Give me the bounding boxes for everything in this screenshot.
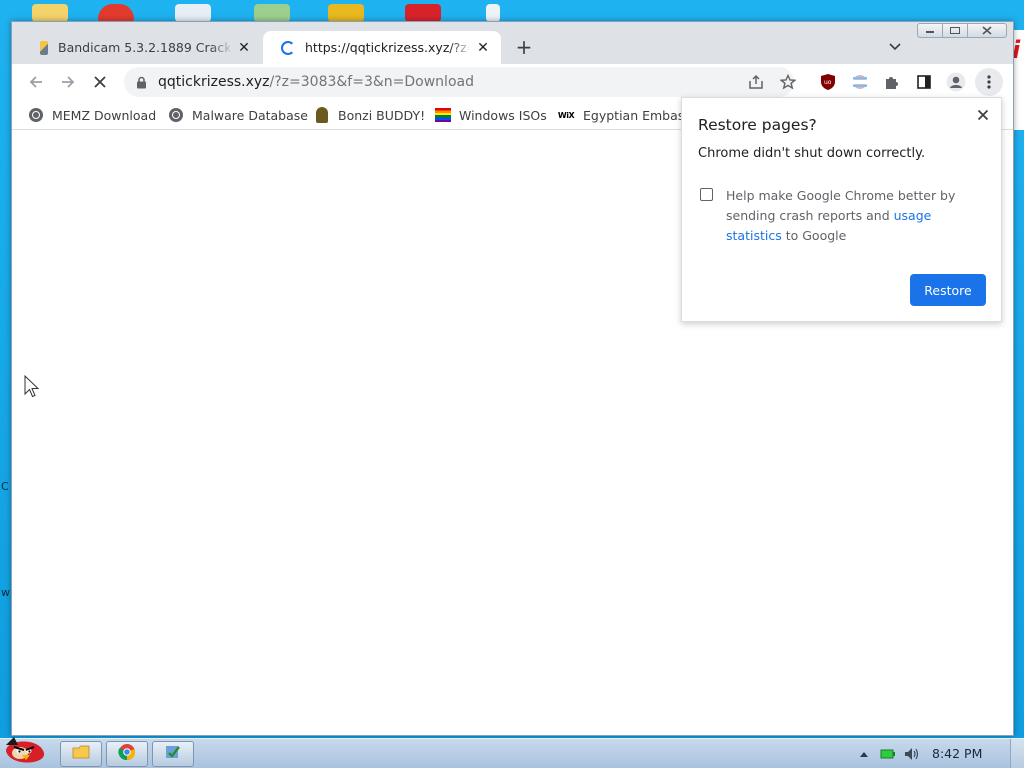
bookmark-label: Egyptian Embassy [583, 107, 685, 123]
app-icon [164, 743, 182, 765]
taskbar-chrome-button[interactable] [106, 741, 148, 767]
show-hidden-icons-icon[interactable] [855, 745, 873, 763]
crash-reports-label: Help make Google Chrome better by sendin… [726, 186, 988, 246]
bonzi-icon [314, 107, 330, 123]
volume-icon[interactable] [903, 745, 921, 763]
tab-title: https://qqtickrizess.xyz/?z=308 [305, 40, 469, 55]
tab-qqtickrizess[interactable]: https://qqtickrizess.xyz/?z=308 ✕ [263, 31, 501, 64]
crash-reports-text-end: to Google [781, 228, 847, 243]
desktop-icon-3[interactable] [175, 4, 211, 22]
forward-button[interactable] [54, 68, 82, 96]
chevron-down-icon[interactable] [884, 36, 906, 58]
bookmark-label: Windows ISOs [459, 107, 547, 123]
desktop-icon-1[interactable] [32, 4, 68, 22]
kebab-menu-icon[interactable] [975, 68, 1003, 96]
profile-avatar-icon[interactable] [945, 71, 967, 93]
bandicam-icon [40, 40, 48, 55]
new-tab-button[interactable]: + [512, 35, 536, 59]
bookmark-label: Malware Database [192, 107, 308, 123]
close-icon[interactable] [973, 105, 993, 125]
taskbar: 8:42 PM [0, 737, 1024, 768]
wix-icon: WiX [557, 110, 575, 120]
battery-icon[interactable] [879, 745, 897, 763]
url-text[interactable]: qqtickrizess.xyz/?z=3083&f=3&n=Download [158, 74, 474, 90]
folder-icon [72, 745, 90, 763]
chrome-window: Bandicam 5.3.2.1889 Crack + S ✕ https://… [11, 21, 1014, 736]
window-close-button[interactable] [967, 23, 1007, 38]
side-panel-icon[interactable] [913, 71, 935, 93]
mouse-cursor-icon [24, 374, 40, 399]
desktop-icon-4[interactable] [254, 4, 290, 22]
tab-title: Bandicam 5.3.2.1889 Crack + S [58, 40, 230, 55]
bookmark-bonzi-buddy[interactable]: Bonzi BUDDY! [314, 105, 425, 125]
tab-bandicam[interactable]: Bandicam 5.3.2.1889 Crack + S ✕ [18, 31, 262, 64]
start-button[interactable] [0, 731, 52, 768]
bookmark-malware-database[interactable]: Malware Database [168, 105, 308, 125]
stop-loading-button[interactable] [86, 68, 114, 96]
bookmark-label: MEMZ Download [52, 107, 157, 123]
bookmark-egyptian-embassy[interactable]: WiX Egyptian Embassy [557, 105, 685, 125]
desktop-label-fragment: w [1, 586, 10, 599]
address-bar[interactable]: qqtickrizess.xyz/?z=3083&f=3&n=Download [124, 67, 796, 97]
lock-icon[interactable] [134, 75, 148, 89]
dialog-title: Restore pages? [698, 116, 817, 134]
close-icon[interactable]: ✕ [475, 40, 491, 56]
url-path: /?z=3083&f=3&n=Download [269, 74, 474, 90]
restore-pages-dialog: Restore pages? Chrome didn't shut down c… [681, 97, 1002, 322]
globe-icon [28, 107, 44, 123]
taskbar-explorer-button[interactable] [60, 741, 102, 767]
close-icon[interactable]: ✕ [236, 40, 252, 56]
crash-reports-checkbox[interactable] [700, 188, 713, 201]
extension-icon[interactable] [849, 71, 871, 93]
chrome-icon [118, 743, 136, 765]
extensions-puzzle-icon[interactable] [881, 71, 903, 93]
restore-button[interactable]: Restore [910, 274, 986, 306]
ublock-origin-icon[interactable]: uo [817, 71, 839, 93]
taskbar-app-button[interactable] [152, 741, 194, 767]
loading-spinner-icon [281, 40, 295, 55]
dialog-message: Chrome didn't shut down correctly. [698, 146, 926, 161]
bookmark-windows-isos[interactable]: Windows ISOs [435, 105, 547, 125]
bookmark-star-icon[interactable] [778, 72, 798, 92]
maximize-button[interactable] [942, 23, 968, 38]
tab-strip: Bandicam 5.3.2.1889 Crack + S ✕ https://… [12, 22, 1013, 64]
bookmark-label: Bonzi BUDDY! [338, 107, 426, 123]
back-button[interactable] [22, 68, 50, 96]
desktop-icon-7[interactable] [486, 4, 500, 22]
rainbow-flag-icon [435, 107, 451, 123]
show-desktop-button[interactable] [1010, 739, 1024, 768]
desktop-label-fragment: C [1, 480, 9, 493]
globe-icon [168, 107, 184, 123]
url-host: qqtickrizess.xyz [158, 74, 270, 90]
minimize-button[interactable] [917, 23, 943, 38]
desktop-icon-5[interactable] [328, 4, 364, 22]
clock[interactable]: 8:42 PM [932, 746, 982, 761]
system-tray [855, 739, 927, 768]
svg-text:uo: uo [824, 79, 832, 86]
desktop-icon-6[interactable] [405, 4, 441, 22]
toolbar: qqtickrizess.xyz/?z=3083&f=3&n=Download … [12, 64, 1013, 100]
desktop-icon-2[interactable] [98, 4, 134, 22]
bookmark-memz-download[interactable]: MEMZ Download [28, 105, 156, 125]
share-icon[interactable] [746, 72, 766, 92]
